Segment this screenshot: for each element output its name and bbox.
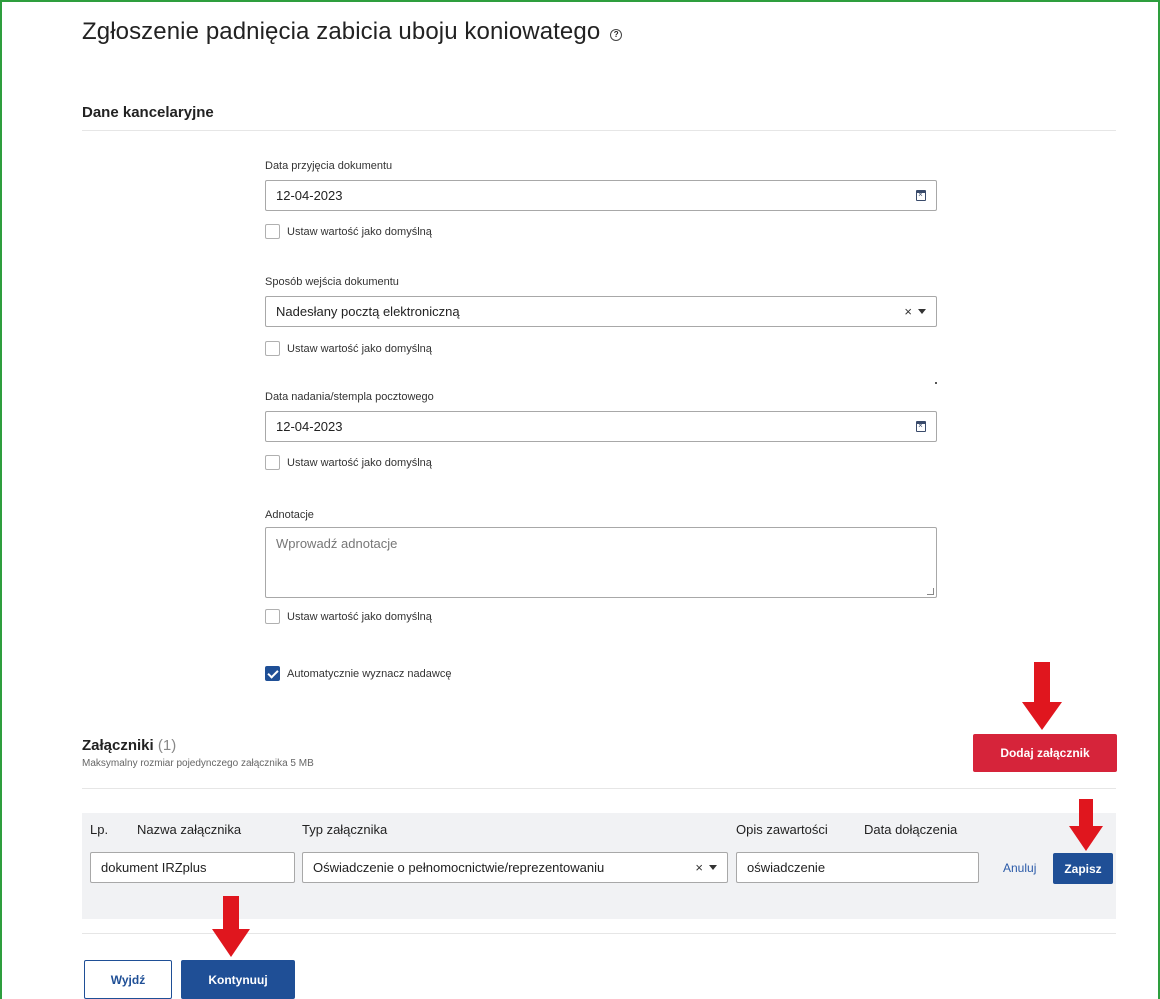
chevron-down-icon[interactable] (918, 309, 926, 314)
entry-method-select[interactable]: Nadesłany pocztą elektroniczną × (265, 296, 937, 327)
chevron-down-icon[interactable] (709, 865, 717, 870)
annotations-placeholder: Wprowadź adnotacje (276, 536, 398, 551)
page-title-text: Zgłoszenie padnięcia zabicia uboju konio… (82, 18, 601, 45)
section-title-office-data: Dane kancelaryjne (82, 104, 214, 121)
auto-sender-label: Automatycznie wyznacz nadawcę (287, 667, 452, 680)
calendar-icon[interactable] (916, 190, 926, 201)
clear-icon[interactable]: × (695, 860, 703, 875)
column-header-description: Opis zawartości (736, 822, 828, 837)
postmark-date-field[interactable]: 12-04-2023 (265, 411, 937, 442)
checkbox-label: Ustaw wartość jako domyślną (287, 342, 432, 355)
entry-method-default-row[interactable]: Ustaw wartość jako domyślną (265, 341, 432, 356)
page-title: Zgłoszenie padnięcia zabicia uboju konio… (82, 18, 623, 46)
postmark-date-default-checkbox[interactable] (265, 455, 280, 470)
attachment-name-value: dokument IRZplus (101, 860, 207, 875)
acceptance-date-field[interactable]: 12-04-2023 (265, 180, 937, 211)
checkbox-label: Ustaw wartość jako domyślną (287, 456, 432, 469)
postmark-date-label: Data nadania/stempla pocztowego (265, 391, 434, 403)
column-header-date: Data dołączenia (864, 822, 958, 837)
checkbox-label: Ustaw wartość jako domyślną (287, 610, 432, 623)
calendar-icon[interactable] (916, 421, 926, 432)
attachments-count: (1) (157, 737, 177, 754)
annotation-arrow-icon (1069, 799, 1103, 852)
cancel-link[interactable]: Anuluj (1003, 861, 1036, 875)
postmark-date-value: 12-04-2023 (276, 419, 343, 434)
attachment-description-value: oświadczenie (747, 860, 826, 875)
postmark-date-default-row[interactable]: Ustaw wartość jako domyślną (265, 455, 432, 470)
attachment-description-input[interactable]: oświadczenie (736, 852, 979, 883)
annotation-arrow-icon (1022, 662, 1062, 732)
auto-sender-checkbox[interactable] (265, 666, 280, 681)
annotations-label: Adnotacje (265, 509, 314, 521)
annotations-default-checkbox[interactable] (265, 609, 280, 624)
exit-button[interactable]: Wyjdź (84, 960, 172, 999)
annotations-textarea[interactable]: Wprowadź adnotacje (265, 527, 937, 598)
column-header-type: Typ załącznika (302, 822, 388, 837)
add-attachment-button[interactable]: Dodaj załącznik (973, 734, 1117, 772)
annotation-arrow-icon (212, 896, 250, 958)
resize-handle-icon[interactable] (927, 588, 934, 595)
entry-method-value: Nadesłany pocztą elektroniczną (276, 304, 460, 319)
question-circle-icon[interactable]: ? (610, 29, 623, 41)
acceptance-date-label: Data przyjęcia dokumentu (265, 160, 393, 172)
clear-icon[interactable]: × (904, 304, 912, 319)
column-header-name: Nazwa załącznika (137, 822, 242, 837)
attachment-type-select[interactable]: Oświadczenie o pełnomocnictwie/reprezent… (302, 852, 728, 883)
save-attachment-button[interactable]: Zapisz (1053, 853, 1113, 884)
annotations-default-row[interactable]: Ustaw wartość jako domyślną (265, 609, 432, 624)
acceptance-date-default-row[interactable]: Ustaw wartość jako domyślną (265, 224, 432, 239)
attachments-title-text: Załączniki (82, 737, 154, 754)
attachment-type-value: Oświadczenie o pełnomocnictwie/reprezent… (313, 860, 605, 875)
entry-method-label: Sposób wejścia dokumentu (265, 276, 399, 288)
acceptance-date-default-checkbox[interactable] (265, 224, 280, 239)
section-divider (82, 130, 1116, 131)
auto-sender-row[interactable]: Automatycznie wyznacz nadawcę (265, 666, 451, 681)
stray-dot (935, 382, 937, 384)
acceptance-date-value: 12-04-2023 (276, 188, 343, 203)
attachments-title: Załączniki (1) (82, 737, 176, 754)
column-header-lp: Lp. (90, 822, 109, 837)
entry-method-default-checkbox[interactable] (265, 341, 280, 356)
attachments-size-hint: Maksymalny rozmiar pojedynczego załączni… (82, 758, 314, 769)
attachments-divider (82, 788, 1116, 789)
checkbox-label: Ustaw wartość jako domyślną (287, 225, 432, 238)
continue-button[interactable]: Kontynuuj (181, 960, 295, 999)
attachment-name-input[interactable]: dokument IRZplus (90, 852, 295, 883)
